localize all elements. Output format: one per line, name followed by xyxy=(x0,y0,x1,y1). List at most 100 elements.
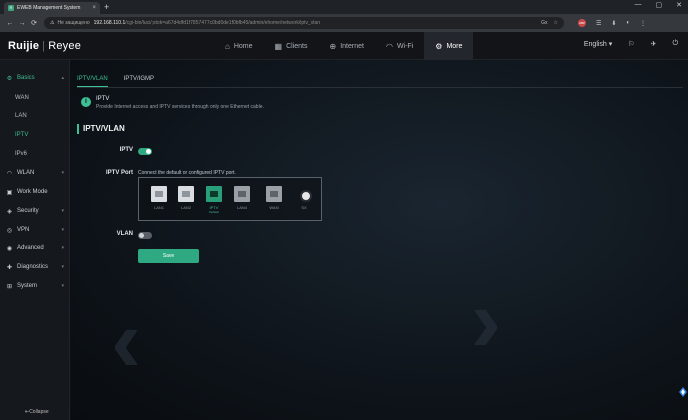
save-button[interactable]: Save xyxy=(138,249,199,263)
download-icon[interactable]: ⬇ xyxy=(611,20,616,27)
chevron-down-icon: ▾ xyxy=(608,41,613,48)
port-iptv[interactable]: IPTV Default xyxy=(206,186,222,216)
url-input[interactable]: ⚠ Не защищено 192.168.110.1 /cgi-bin/luc… xyxy=(44,17,564,29)
basics-icon: ⚙ xyxy=(6,75,13,82)
port-lan2[interactable]: LAN2 xyxy=(178,186,194,216)
advanced-icon: ◉ xyxy=(6,245,13,252)
sidebar-item-iptv[interactable]: IPTV xyxy=(0,126,70,144)
wifi-icon: ◠ xyxy=(385,41,393,51)
sidebar-item-work-mode[interactable]: ▣ Work Mode xyxy=(0,183,70,201)
globe-icon: ⊕ xyxy=(329,41,337,51)
chevron-down-icon: ▾ xyxy=(61,208,64,214)
minimize-button[interactable]: — xyxy=(635,1,642,9)
iptv-port-label: IPTV Port xyxy=(105,170,133,176)
maximize-button[interactable]: ▢ xyxy=(656,1,663,9)
info-title: IPTV xyxy=(96,96,110,102)
tab-title: EWEB Management System xyxy=(17,5,81,11)
translate-icon[interactable]: Gx xyxy=(541,20,547,26)
chevron-down-icon: ▾ xyxy=(61,170,64,176)
vlan-label: VLAN xyxy=(116,231,133,237)
sfp-port-icon xyxy=(296,186,312,202)
reload-button[interactable]: ⟳ xyxy=(28,19,40,27)
url-host: 192.168.110.1 xyxy=(93,20,126,26)
vpn-icon: ◎ xyxy=(6,227,13,234)
profile-icon[interactable]: ◐ xyxy=(626,20,630,26)
work-mode-icon: ▣ xyxy=(6,189,13,196)
system-icon: ⊞ xyxy=(6,283,13,290)
sidebar-item-ipv6[interactable]: IPv6 xyxy=(0,145,70,163)
address-bar: ← → ⟳ ⚠ Не защищено 192.168.110.1 /cgi-b… xyxy=(0,14,688,32)
close-window-button[interactable]: ✕ xyxy=(676,1,682,9)
ethernet-port-icon xyxy=(178,186,194,202)
extensions-icon[interactable]: ☰ xyxy=(596,20,601,27)
assistant-icon[interactable] xyxy=(678,386,688,398)
nav-wifi[interactable]: ◠ Wi-Fi xyxy=(375,32,424,60)
port-lan4[interactable]: LAN4 xyxy=(234,186,250,216)
nav-internet[interactable]: ⊕ Internet xyxy=(319,32,375,60)
chevron-up-icon: ▴ xyxy=(61,75,64,81)
chevron-down-icon: ▾ xyxy=(61,245,64,251)
clients-icon: ▦ xyxy=(274,41,283,51)
logout-icon[interactable]: ⏻ xyxy=(672,40,678,48)
toggle-knob xyxy=(139,233,144,238)
port-panel: LAN1 LAN2 IPTV Default LAN4 WAN SX xyxy=(138,177,322,221)
forward-button[interactable]: → xyxy=(16,20,28,27)
warning-icon: ⚠ xyxy=(50,20,55,26)
section-title: IPTV/VLAN xyxy=(77,124,125,134)
app-header: Ruijie | Reyee ⌂ Home ▦ Clients ⊕ Internet ◠ W… xyxy=(0,32,688,60)
tab-iptv-vlan[interactable]: IPTV/VLAN xyxy=(77,76,108,87)
diagnostics-icon: ✚ xyxy=(6,264,13,271)
new-tab-button[interactable]: + xyxy=(104,2,109,12)
tab-iptv-igmp[interactable]: IPTV/IGMP xyxy=(124,76,154,87)
sidebar-item-lan[interactable]: LAN xyxy=(0,107,70,125)
iptv-label: IPTV xyxy=(119,147,133,153)
sidebar-group-advanced[interactable]: ◉ Advanced ▾ xyxy=(0,239,70,257)
sidebar-item-wan[interactable]: WAN xyxy=(0,89,70,107)
flag-icon[interactable]: ⚐ xyxy=(628,40,634,48)
vlan-toggle[interactable] xyxy=(138,232,152,239)
port-wan[interactable]: WAN xyxy=(266,186,282,216)
extensions-area: ABP ☰ ⬇ ◐ ⋮ xyxy=(578,19,646,27)
header-tools: English ▾ ⚐ ✈ ⏻ xyxy=(584,40,678,48)
nav-clients[interactable]: ▦ Clients xyxy=(264,32,319,60)
brand-logo: Ruijie | Reyee xyxy=(8,40,82,52)
main-content: ››› ‹‹ IPTV/VLAN IPTV/IGMP i IPTV Provid… xyxy=(71,60,688,420)
iptv-port-hint: Connect the default or configured IPTV p… xyxy=(138,170,236,176)
language-select[interactable]: English ▾ xyxy=(584,40,612,48)
browser-tab[interactable]: R EWEB Management System × xyxy=(4,2,100,14)
network-icon[interactable]: ✈ xyxy=(651,40,657,48)
bookmark-star-icon[interactable]: ☆ xyxy=(554,20,558,26)
back-button[interactable]: ← xyxy=(4,20,16,27)
sidebar-group-diagnostics[interactable]: ✚ Diagnostics ▾ xyxy=(0,258,70,276)
sidebar-group-basics[interactable]: ⚙ Basics ▴ xyxy=(0,69,70,87)
nav-more[interactable]: ⚙ More xyxy=(424,32,474,60)
nav-home[interactable]: ⌂ Home xyxy=(214,32,264,60)
chevron-down-icon: ▾ xyxy=(61,227,64,233)
iptv-toggle[interactable] xyxy=(138,148,152,155)
tab-close-icon[interactable]: × xyxy=(92,5,96,11)
chevron-down-icon: ▾ xyxy=(61,264,64,270)
port-sx[interactable]: SX xyxy=(296,186,312,216)
window-controls: — ▢ ✕ xyxy=(635,1,683,9)
info-icon: i xyxy=(81,97,91,107)
collapse-sidebar-button[interactable]: ⇤Collapse xyxy=(25,409,49,415)
gear-icon: ⚙ xyxy=(435,41,443,51)
chevron-down-icon: ▾ xyxy=(61,283,64,289)
sidebar: ⚙ Basics ▴ WAN LAN IPTV IPv6 ◠ WLAN ▾ ▣ … xyxy=(0,60,70,420)
browser-menu-icon[interactable]: ⋮ xyxy=(640,20,646,27)
sidebar-group-vpn[interactable]: ◎ VPN ▾ xyxy=(0,221,70,239)
tab-divider xyxy=(77,87,683,88)
ethernet-port-icon xyxy=(234,186,250,202)
sidebar-group-wlan[interactable]: ◠ WLAN ▾ xyxy=(0,164,70,182)
url-path: /cgi-bin/luci/;stok=a67d4dfd1f7857477c0b… xyxy=(125,20,320,26)
browser-tabstrip: R EWEB Management System × + — ▢ ✕ xyxy=(0,0,688,14)
main-nav: ⌂ Home ▦ Clients ⊕ Internet ◠ Wi-Fi ⚙ More xyxy=(214,32,474,60)
ethernet-port-icon xyxy=(206,186,222,202)
wifi-icon: ◠ xyxy=(6,170,13,177)
info-banner: i IPTV Provide Internet access and IPTV … xyxy=(77,93,683,115)
port-lan1[interactable]: LAN1 xyxy=(151,186,167,216)
adblock-extension-icon[interactable]: ABP xyxy=(578,19,586,27)
sidebar-group-system[interactable]: ⊞ System ▾ xyxy=(0,277,70,295)
toggle-knob xyxy=(146,149,151,154)
sidebar-group-security[interactable]: ◈ Security ▾ xyxy=(0,202,70,220)
